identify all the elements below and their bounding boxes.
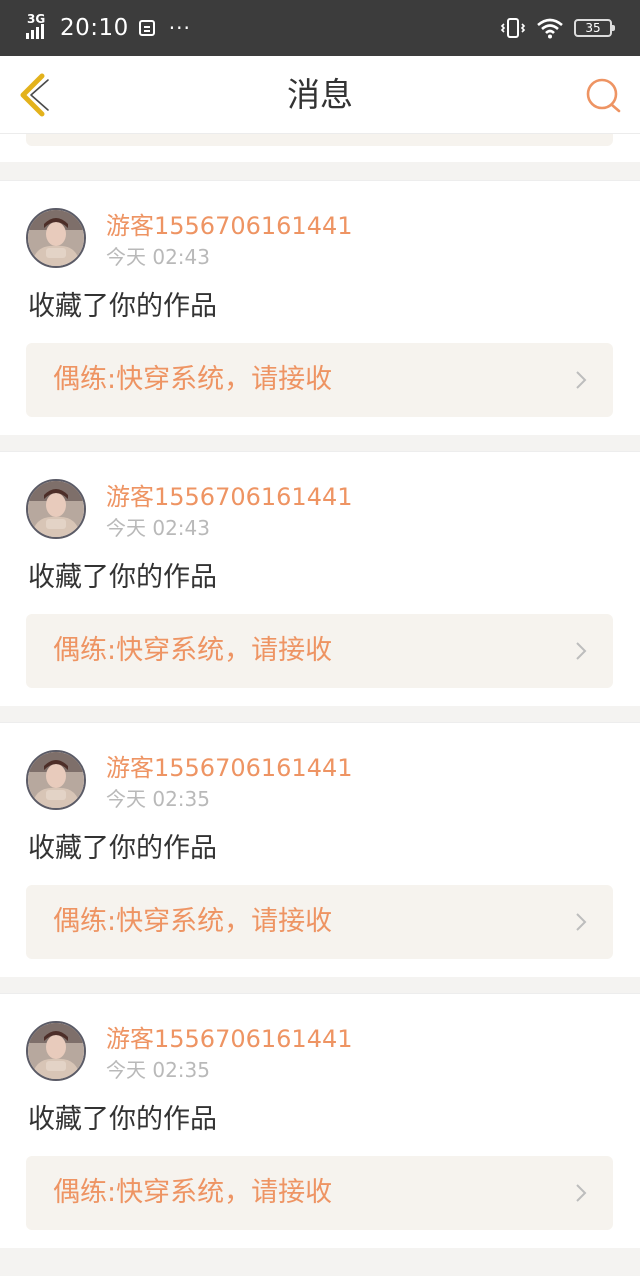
username[interactable]: 游客1556706161441 [106,212,353,240]
wifi-icon [537,18,563,39]
search-icon[interactable] [584,76,624,116]
chevron-right-icon [576,1184,587,1202]
vibrate-icon [500,18,526,38]
message-card: 游客1556706161441 今天 02:43 收藏了你的作品 偶练:快穿系统… [0,451,640,706]
username[interactable]: 游客1556706161441 [106,483,353,511]
work-title: 偶练:快穿系统，请接收 [53,635,333,666]
work-title: 偶练:快穿系统，请接收 [53,364,333,395]
timestamp: 今天 02:35 [106,787,210,811]
work-link[interactable]: 偶练:快穿系统，请接收 [26,343,613,417]
username[interactable]: 游客1556706161441 [106,1025,353,1053]
notification-icon [138,20,155,36]
work-title: 偶练:快穿系统，请接收 [53,906,333,937]
timestamp: 今天 02:43 [106,245,210,269]
chevron-right-icon [576,642,587,660]
status-bar: 3G 20:10 ··· 35 [0,0,640,56]
work-title: 偶练:快穿系统，请接收 [53,1177,333,1208]
status-time: 20:10 [60,15,129,41]
battery-level: 35 [585,21,601,35]
action-text: 收藏了你的作品 [28,562,217,593]
message-card: 游客1556706161441 今天 02:35 收藏了你的作品 偶练:快穿系统… [0,722,640,977]
chevron-right-icon [576,913,587,931]
message-card: 游客1556706161441 今天 02:35 收藏了你的作品 偶练:快穿系统… [0,993,640,1248]
work-link[interactable]: 偶练:快穿系统，请接收 [26,614,613,688]
previous-work-link-remnant[interactable] [26,134,613,146]
work-link[interactable]: 偶练:快穿系统，请接收 [26,885,613,959]
signal-icon: 3G [26,13,56,43]
username[interactable]: 游客1556706161441 [106,754,353,782]
page-title: 消息 [287,75,353,114]
avatar-image [28,1023,84,1079]
battery-icon: 35 [574,19,615,37]
work-link[interactable]: 偶练:快穿系统，请接收 [26,1156,613,1230]
chevron-right-icon [576,371,587,389]
timestamp: 今天 02:35 [106,1058,210,1082]
action-text: 收藏了你的作品 [28,291,217,322]
avatar[interactable] [26,750,86,810]
avatar-image [28,752,84,808]
action-text: 收藏了你的作品 [28,833,217,864]
avatar[interactable] [26,479,86,539]
timestamp: 今天 02:43 [106,516,210,540]
action-text: 收藏了你的作品 [28,1104,217,1135]
nav-bar: 消息 [0,56,640,134]
message-card: 游客1556706161441 今天 02:43 收藏了你的作品 偶练:快穿系统… [0,180,640,435]
avatar[interactable] [26,208,86,268]
avatar-image [28,481,84,537]
avatar[interactable] [26,1021,86,1081]
avatar-image [28,210,84,266]
more-notifications-icon: ··· [168,16,191,40]
